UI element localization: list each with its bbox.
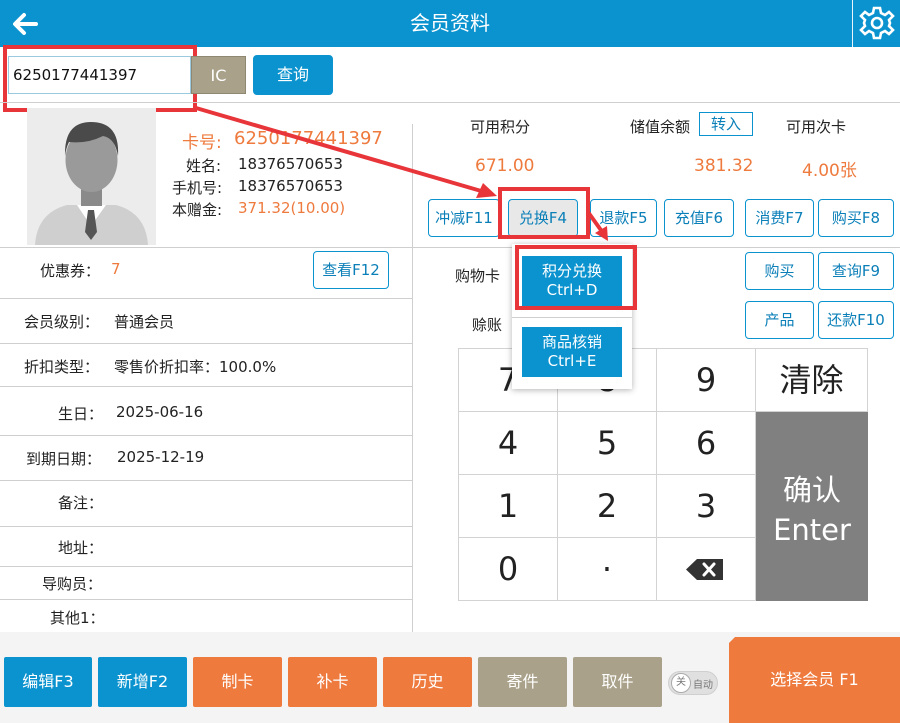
add-member-button[interactable]: 新增F2 — [98, 657, 187, 707]
annotation-arrows — [195, 106, 608, 241]
pickup-button[interactable]: 取件 — [573, 657, 662, 707]
deposit-button[interactable]: 寄件 — [478, 657, 567, 707]
select-member-button[interactable]: 选择会员 F1 — [729, 637, 900, 723]
reissue-card-button[interactable]: 补卡 — [288, 657, 377, 707]
auto-toggle[interactable]: 关 自动 — [668, 671, 718, 695]
edit-button[interactable]: 编辑F3 — [4, 657, 92, 707]
auto-label: 自动 — [693, 680, 713, 691]
member-info-screen: 会员资料 6250177441397 IC 查询 卡号: 62501774413… — [0, 0, 900, 723]
toggle-knob: 关 — [671, 673, 691, 693]
make-card-button[interactable]: 制卡 — [193, 657, 282, 707]
history-button[interactable]: 历史 — [383, 657, 472, 707]
